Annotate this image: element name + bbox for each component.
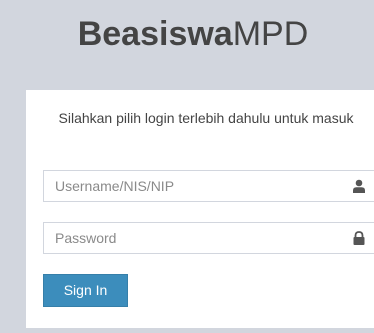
username-field <box>43 170 374 202</box>
lock-icon <box>352 231 366 245</box>
password-input[interactable] <box>44 223 335 253</box>
login-box-message: Silahkan pilih login terlebih dahulu unt… <box>58 110 354 126</box>
logo-light-text: MPD <box>232 15 309 53</box>
login-box: Silahkan pilih login terlebih dahulu unt… <box>26 90 374 328</box>
sign-in-button[interactable]: Sign In <box>43 274 128 307</box>
username-input[interactable] <box>44 171 335 201</box>
user-icon <box>352 179 366 193</box>
logo-bold-text: Beasiswa <box>77 15 233 53</box>
password-field <box>43 222 374 254</box>
app-logo[interactable]: BeasiswaMPD <box>0 14 374 54</box>
